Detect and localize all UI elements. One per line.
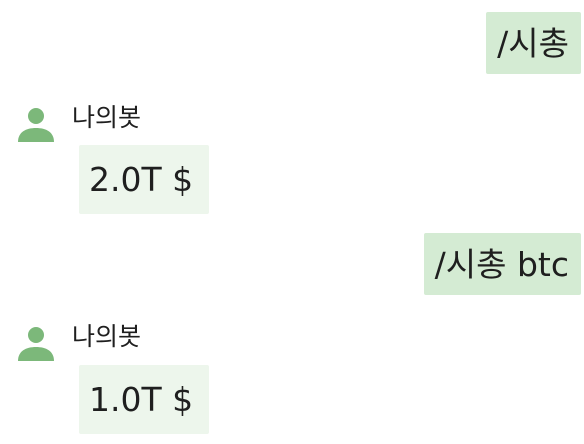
chat-thread: /시총 나의봇 2.0T $ /시총 btc 나의봇 1.0T $ — [0, 0, 584, 444]
message-text: /시총 — [497, 24, 569, 63]
message-text: /시총 btc — [434, 245, 569, 284]
outgoing-message[interactable]: /시총 btc — [423, 233, 581, 295]
incoming-message[interactable]: 1.0T $ — [79, 365, 209, 434]
user-avatar-icon[interactable] — [16, 323, 56, 363]
incoming-message[interactable]: 2.0T $ — [79, 145, 209, 214]
message-text: 2.0T $ — [89, 160, 194, 199]
sender-name: 나의봇 — [72, 103, 142, 132]
outgoing-message[interactable]: /시총 — [486, 12, 581, 74]
sender-name: 나의봇 — [72, 322, 142, 351]
message-text: 1.0T $ — [89, 380, 194, 419]
user-avatar-icon[interactable] — [16, 104, 56, 144]
